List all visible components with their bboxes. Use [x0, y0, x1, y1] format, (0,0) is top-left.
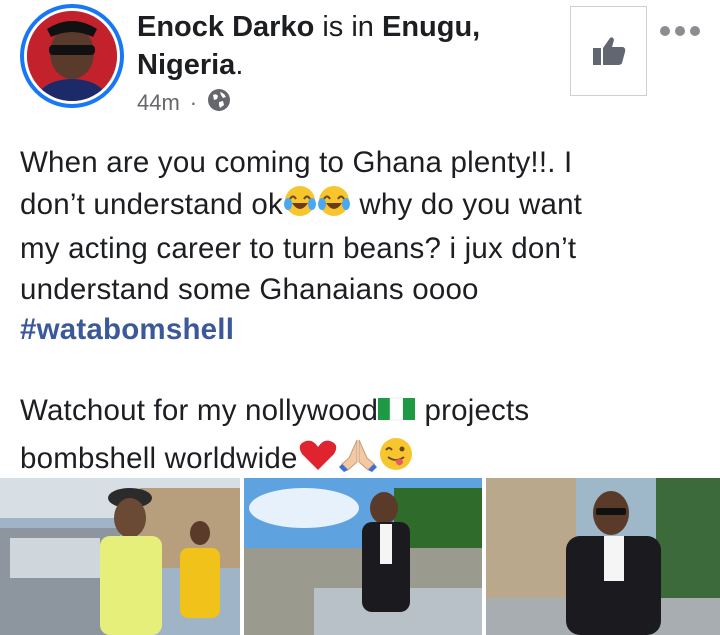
- post-line: my acting career to turn beans? i jux do…: [20, 232, 577, 265]
- post-line: why do you want: [350, 187, 583, 221]
- more-options-icon[interactable]: [660, 26, 700, 36]
- avatar[interactable]: [27, 11, 117, 101]
- praying-hands-emoji: [338, 436, 378, 484]
- location-country[interactable]: Nigeria: [137, 49, 235, 81]
- thumbs-up-icon: [592, 37, 625, 65]
- post-line: bombshell worldwide: [20, 441, 298, 475]
- post-line: don’t understand ok: [20, 187, 283, 221]
- nigeria-flag-emoji: [378, 395, 416, 436]
- post-line: projects: [416, 394, 530, 427]
- post-header-text: Enock Darko is in Enugu, Nigeria.: [137, 8, 557, 84]
- location-name[interactable]: Enugu,: [382, 11, 480, 43]
- laughing-tears-emoji: [283, 184, 317, 230]
- winking-tongue-emoji: [378, 436, 414, 484]
- avatar-image: [27, 11, 117, 101]
- post-text: When are you coming to Ghana plenty!!. I…: [20, 143, 710, 483]
- meta-separator: ·: [189, 90, 198, 115]
- red-heart-emoji: [298, 438, 338, 484]
- hashtag-link[interactable]: #watabomshell: [20, 313, 234, 346]
- post-meta: 44m ·: [137, 88, 231, 118]
- globe-icon[interactable]: [207, 88, 231, 118]
- location-period: .: [235, 49, 244, 81]
- post-time[interactable]: 44m: [137, 90, 180, 116]
- post-line: Watchout for my nollywood: [20, 394, 379, 427]
- photo-man-yellow-shirt-car[interactable]: [0, 478, 240, 635]
- photo-grid: [0, 478, 720, 635]
- post-line: understand some Ghanaians oooo: [20, 272, 479, 306]
- author-name[interactable]: Enock Darko: [137, 11, 314, 43]
- photo-man-suit-sunglasses[interactable]: [486, 478, 720, 635]
- post-line: When are you coming to Ghana plenty!!. I: [20, 146, 573, 179]
- laughing-tears-emoji: [317, 184, 351, 230]
- is-in-text: is in: [314, 11, 382, 43]
- photo-man-suit-car[interactable]: [244, 478, 482, 635]
- like-button[interactable]: [570, 6, 647, 96]
